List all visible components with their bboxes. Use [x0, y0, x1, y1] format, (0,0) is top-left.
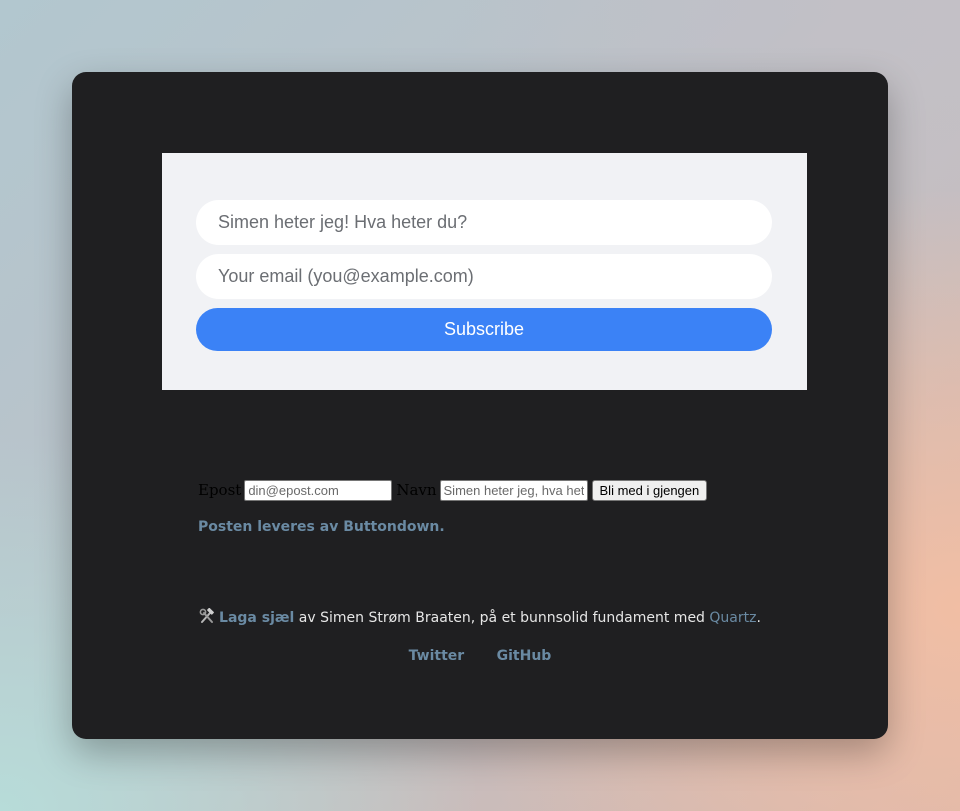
- subscribe-email-input[interactable]: [196, 254, 772, 299]
- made-by-link[interactable]: Laga sjæl: [219, 610, 294, 626]
- subscribe-button[interactable]: Subscribe: [196, 308, 772, 351]
- email-field[interactable]: [244, 479, 393, 501]
- name-field[interactable]: [439, 479, 588, 501]
- footer-credit: Laga sjæl av Simen Strøm Braaten, på et …: [72, 608, 888, 626]
- subscribe-name-input[interactable]: [196, 200, 772, 245]
- buttondown-link[interactable]: Posten leveres av Buttondown.: [198, 519, 445, 535]
- quartz-link[interactable]: Quartz: [709, 610, 756, 626]
- github-link[interactable]: GitHub: [497, 648, 552, 664]
- subscribe-embed-panel: Subscribe: [162, 153, 807, 390]
- name-label: Navn: [396, 481, 437, 499]
- email-label: Epost: [198, 481, 242, 499]
- join-button[interactable]: Bli med i gjengen: [591, 479, 708, 501]
- hammer-and-wrench-icon: [199, 608, 214, 623]
- newsletter-form: Epost Navn Bli med i gjengen: [198, 478, 708, 502]
- page-window: Subscribe Epost Navn Bli med i gjengen P…: [72, 72, 888, 739]
- footer-links: Twitter GitHub: [72, 648, 888, 664]
- footer-period: .: [756, 610, 761, 626]
- footer-credit-text: av Simen Strøm Braaten, på et bunnsolid …: [294, 610, 710, 626]
- twitter-link[interactable]: Twitter: [409, 648, 465, 664]
